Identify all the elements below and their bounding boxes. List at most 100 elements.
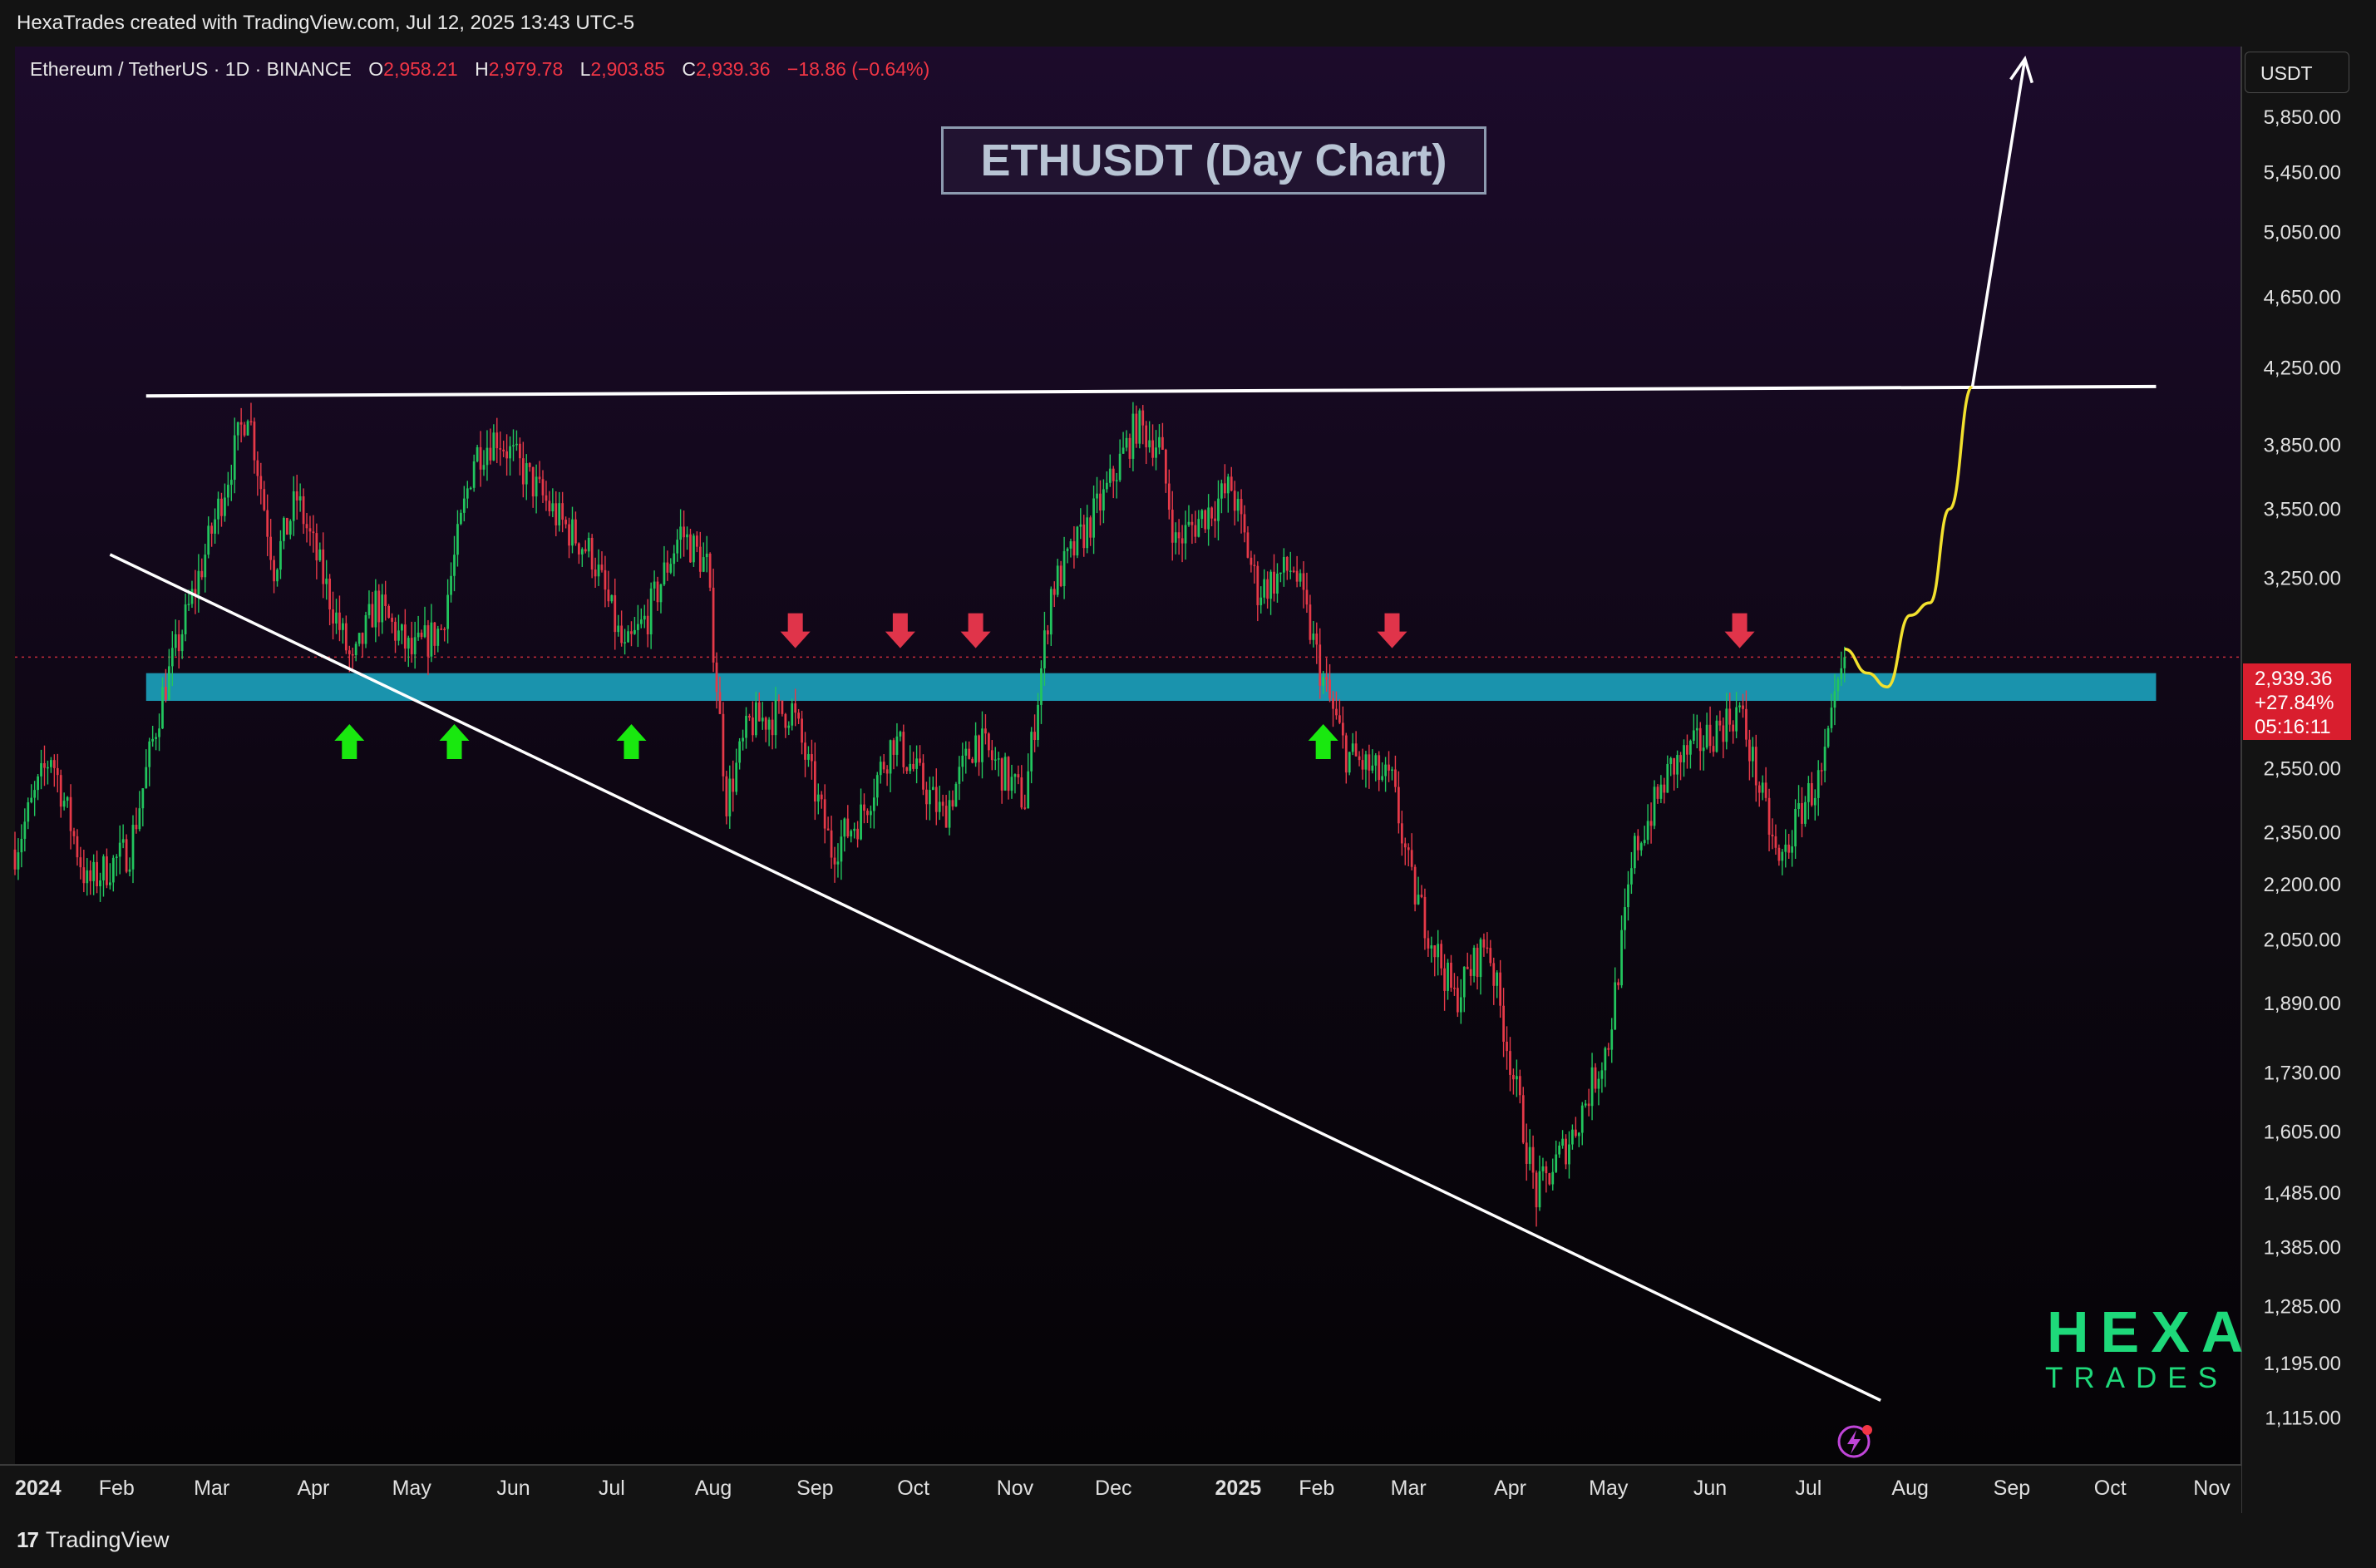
candle-down: [695, 535, 698, 547]
candle-down: [941, 801, 944, 806]
candle-down: [1453, 988, 1456, 989]
candle-down: [1748, 739, 1751, 762]
candle-down: [1319, 644, 1322, 686]
candle-down: [863, 804, 865, 811]
high-value: 2,979.78: [488, 58, 564, 80]
candle-down: [308, 528, 312, 532]
candle-down: [1810, 783, 1813, 806]
candle-up: [1836, 679, 1840, 692]
candle-down: [440, 629, 443, 630]
candle-up: [1437, 944, 1440, 958]
candle-down: [708, 553, 712, 588]
candle-down: [1574, 1129, 1577, 1137]
candle-down: [1240, 499, 1243, 515]
candle-down: [266, 510, 269, 537]
price-chart[interactable]: 6,250.005,850.005,450.005,050.004,650.00…: [0, 47, 2376, 1513]
candle-up: [1639, 843, 1643, 851]
candle-down: [555, 503, 558, 525]
candle-down: [1135, 413, 1138, 444]
candle-up: [1276, 573, 1279, 594]
candle-down: [259, 476, 263, 490]
candle-up: [283, 517, 285, 541]
candle-up: [466, 488, 469, 499]
candle-up: [1155, 447, 1157, 458]
candle-up: [964, 748, 968, 756]
candle-down: [273, 560, 275, 582]
candle-up: [298, 496, 302, 501]
candle-down: [243, 424, 246, 436]
symbol-name[interactable]: Ethereum / TetherUS · 1D · BINANCE: [30, 58, 352, 80]
candle-up: [617, 625, 620, 633]
candle-down: [1128, 437, 1131, 459]
candle-up: [462, 498, 466, 513]
candle-down: [52, 760, 56, 768]
candle-down: [387, 605, 391, 619]
candle-down: [1052, 589, 1056, 595]
candle-up: [958, 767, 961, 784]
candle-up: [111, 857, 115, 883]
candle-up: [453, 555, 456, 576]
candle-up: [686, 534, 688, 538]
candle-down: [1502, 1005, 1505, 1042]
last-price-tag: 2,939.36 +27.84% 05:16:11: [2243, 663, 2351, 740]
candle-down: [135, 825, 138, 830]
candle-up: [1620, 929, 1623, 986]
candle-down: [718, 692, 722, 714]
price-tick-label: 1,890.00: [2264, 993, 2341, 1015]
candle-up: [850, 831, 853, 837]
candle-up: [1833, 691, 1836, 708]
candle-down: [1177, 532, 1181, 539]
price-tick-label: 1,605.00: [2264, 1121, 2341, 1143]
open-label: O: [368, 58, 384, 80]
candle-up: [512, 445, 515, 446]
candle-down: [1548, 1173, 1551, 1185]
candle-down: [1525, 1142, 1528, 1164]
price-tick-label: 1,195.00: [2264, 1353, 2341, 1375]
candle-down: [1394, 769, 1397, 787]
candle-up: [446, 594, 449, 629]
candle-down: [1686, 745, 1688, 755]
candle-up: [407, 638, 410, 649]
candle-up: [735, 762, 738, 792]
candle-up: [1791, 846, 1794, 853]
candle-down: [106, 856, 108, 885]
currency-button[interactable]: USDT: [2245, 52, 2349, 93]
candle-down: [1388, 764, 1390, 771]
bottom-bar: [0, 1513, 2376, 1568]
candle-up: [1187, 521, 1190, 525]
candle-up: [627, 631, 629, 643]
candle-up: [535, 476, 538, 497]
candle-down: [1253, 565, 1256, 566]
candle-down: [545, 495, 548, 501]
candle-down: [813, 761, 816, 802]
candle-down: [1617, 982, 1620, 986]
candle-up: [624, 642, 626, 643]
candle-up: [840, 836, 843, 862]
candle-up: [1348, 752, 1351, 773]
candle-up: [1076, 526, 1079, 556]
candle-up: [875, 775, 879, 798]
candle-down: [1223, 483, 1226, 494]
candle-up: [1813, 797, 1817, 806]
candle-up: [236, 422, 239, 436]
candle-down: [1059, 565, 1062, 587]
candle-up: [1794, 808, 1797, 847]
candle-up: [1669, 757, 1673, 764]
candle-up: [367, 604, 371, 615]
candle-up: [246, 421, 249, 436]
candle-up: [226, 485, 229, 498]
candle-up: [1826, 727, 1830, 747]
candle-up: [1200, 510, 1204, 520]
candle-up: [1676, 755, 1679, 775]
candle-up: [816, 794, 820, 802]
candle-down: [165, 687, 167, 700]
candle-down: [1499, 972, 1502, 1006]
candle-up: [993, 759, 997, 761]
price-tick-label: 1,730.00: [2264, 1063, 2341, 1085]
candle-down: [951, 800, 954, 807]
candle-down: [646, 615, 649, 634]
candle-up: [1781, 851, 1784, 861]
tradingview-logo[interactable]: 17 TradingView: [17, 1523, 170, 1556]
candle-down: [620, 625, 624, 643]
candle-up: [197, 570, 200, 594]
